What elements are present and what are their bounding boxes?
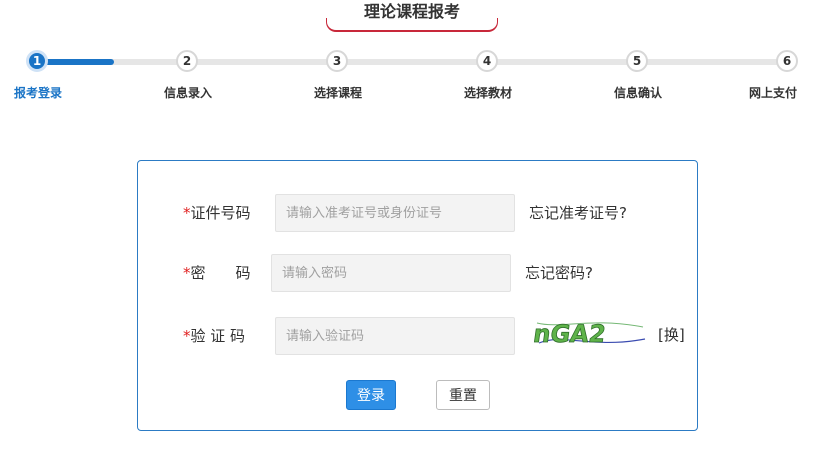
- step-4-label: 选择教材: [463, 86, 512, 100]
- step-5-label: 信息确认: [613, 86, 662, 100]
- password-label-text: 密 码: [190, 264, 251, 282]
- required-mark: *: [183, 327, 191, 345]
- page-title: 理论课程报考: [363, 2, 460, 21]
- step-6-circle: 6: [776, 50, 798, 72]
- captcha-input[interactable]: [275, 317, 515, 355]
- password-label: *密 码: [183, 262, 251, 283]
- step-1-circle: 1: [26, 50, 48, 72]
- step-4-circle: 4: [476, 50, 498, 72]
- required-mark: *: [183, 204, 191, 222]
- captcha-text: nGA2: [533, 320, 607, 348]
- login-form: *证件号码 忘记准考证号? *密 码 忘记密码? *验 证 码 nGA2 [换]…: [137, 160, 698, 431]
- step-3-circle: 3: [326, 50, 348, 72]
- step-2-circle: 2: [176, 50, 198, 72]
- step-3-label: 选择课程: [313, 86, 362, 100]
- captcha-refresh-link[interactable]: [换]: [658, 324, 685, 345]
- id-label-text: 证件号码: [190, 204, 251, 222]
- captcha-label: *验 证 码: [183, 325, 245, 346]
- forgot-password-link[interactable]: 忘记密码?: [525, 262, 593, 283]
- step-6-label: 网上支付: [748, 86, 797, 100]
- step-1-label: 报考登录: [13, 86, 62, 100]
- forgot-id-link[interactable]: 忘记准考证号?: [529, 202, 627, 223]
- id-label: *证件号码: [183, 202, 251, 223]
- captcha-label-text: 验 证 码: [190, 327, 246, 345]
- reset-button[interactable]: 重置: [436, 380, 490, 410]
- password-input[interactable]: [271, 254, 511, 292]
- captcha-image[interactable]: nGA2: [533, 309, 649, 353]
- required-mark: *: [183, 264, 191, 282]
- progress-track: [36, 59, 788, 65]
- step-2-label: 信息录入: [163, 86, 212, 100]
- id-number-input[interactable]: [275, 194, 515, 232]
- page-title-block: 理论课程报考: [326, 0, 498, 32]
- login-button[interactable]: 登录: [346, 380, 396, 410]
- step-5-circle: 5: [626, 50, 648, 72]
